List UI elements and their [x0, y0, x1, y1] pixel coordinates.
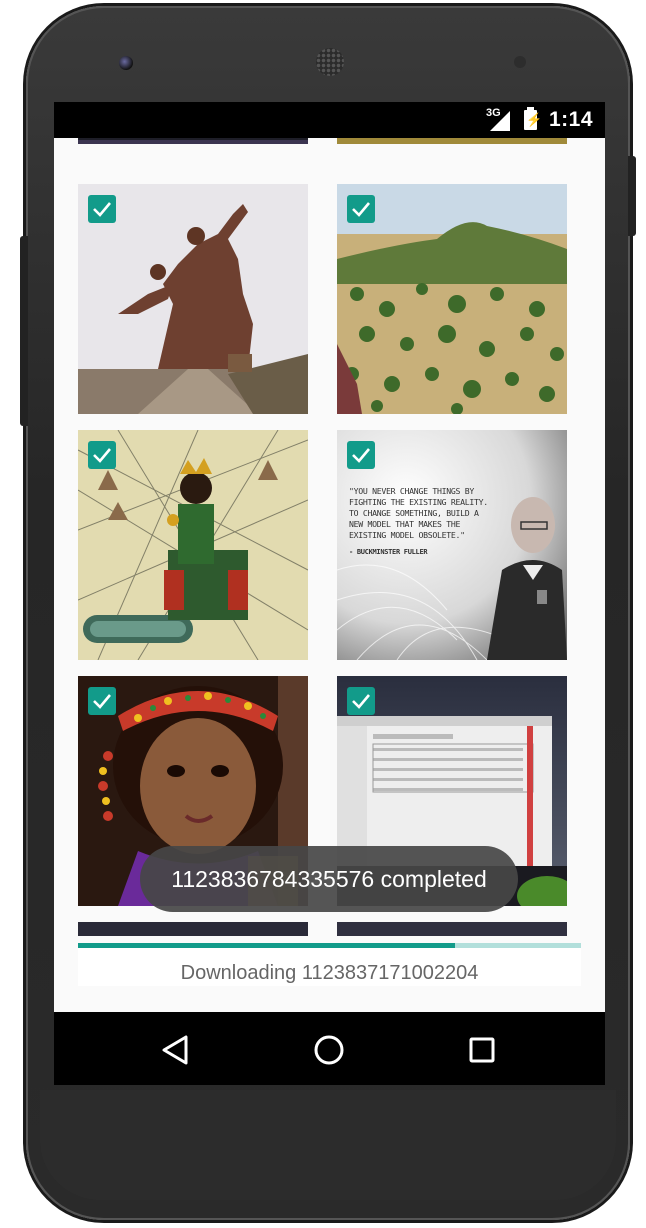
selected-checkbox[interactable] — [88, 195, 116, 223]
gallery-tile-partial[interactable] — [337, 138, 567, 144]
selected-checkbox[interactable] — [88, 687, 116, 715]
recents-icon[interactable] — [464, 1032, 500, 1068]
status-bar: 3G ⚡ 1:14 — [54, 102, 605, 138]
battery-icon: ⚡ — [524, 107, 542, 130]
toast-message: 1123836784335576 completed — [140, 846, 518, 912]
gallery-tile-landscape[interactable] — [337, 184, 567, 414]
gallery-tile-partial[interactable] — [337, 922, 567, 936]
back-icon[interactable] — [158, 1032, 194, 1068]
proximity-sensor — [514, 56, 526, 68]
earpiece-speaker — [316, 48, 344, 76]
selected-checkbox[interactable] — [347, 441, 375, 469]
screen: 3G ⚡ 1:14 "YOU NEVER CHANGE THINGS BY FI… — [54, 102, 605, 1085]
navigation-bar — [54, 1012, 605, 1085]
quote-text: "YOU NEVER CHANGE THINGS BY FIGHTING THE… — [349, 486, 509, 558]
selected-checkbox[interactable] — [347, 195, 375, 223]
home-icon[interactable] — [311, 1032, 347, 1068]
selected-checkbox[interactable] — [88, 441, 116, 469]
gallery-tile-quote[interactable]: "YOU NEVER CHANGE THINGS BY FIGHTING THE… — [337, 430, 567, 660]
gallery-tile-map[interactable] — [78, 430, 308, 660]
status-time: 1:14 — [548, 108, 593, 131]
gallery-content[interactable]: "YOU NEVER CHANGE THINGS BY FIGHTING THE… — [54, 138, 605, 1012]
quote-author: - BUCKMINSTER FULLER — [349, 548, 428, 556]
signal-icon — [490, 111, 510, 131]
download-status: Downloading 1123837171002204 — [78, 948, 581, 986]
power-button — [628, 156, 636, 236]
front-camera — [119, 56, 133, 70]
device-chin — [40, 1090, 616, 1200]
gallery-tile-partial[interactable] — [78, 922, 308, 936]
gallery-tile-partial[interactable] — [78, 138, 308, 144]
gallery-tile-monument[interactable] — [78, 184, 308, 414]
selected-checkbox[interactable] — [347, 687, 375, 715]
volume-button — [20, 236, 28, 426]
